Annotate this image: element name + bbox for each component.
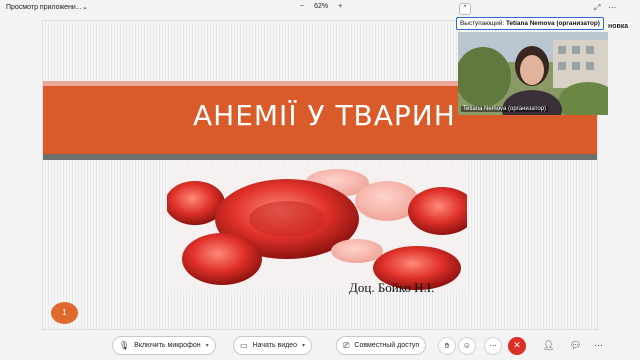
chevron-down-icon[interactable]: ▾ <box>206 342 209 349</box>
mic-button-label: Включить микрофон <box>134 342 201 349</box>
window-controls: ⤢ ⋯ <box>594 3 616 13</box>
slide-author: Доц. Бойко Н.І. <box>349 280 435 295</box>
mic-button[interactable]: 🎙︎ Включить микрофон ▾ <box>112 336 216 355</box>
video-button[interactable]: ▭ Начать видео ▾ <box>233 336 313 355</box>
collapse-video-button[interactable]: ⌃ <box>459 3 471 15</box>
options-icon[interactable]: ⋯ <box>608 3 616 13</box>
share-button[interactable]: ⎚ Совместный доступ <box>336 336 427 355</box>
participants-icon[interactable]: 👤︎ <box>543 340 554 351</box>
page-number-badge: 1 <box>51 302 78 324</box>
slide-title: АНЕМІЇ У ТВАРИН <box>193 99 456 132</box>
title-band-shadow <box>43 154 597 160</box>
side-label: новка <box>607 23 630 30</box>
hand-icon: ✋︎ <box>444 341 450 350</box>
smiley-icon: ☺ <box>462 341 472 350</box>
camera-off-icon: ▭ <box>240 341 248 350</box>
speaker-video-frame <box>458 32 608 115</box>
more-icon: ⋯ <box>489 341 497 350</box>
more-options-icon[interactable]: ⋯ <box>594 340 603 351</box>
speaker-video[interactable]: Tetiana Nemova (организатор) <box>458 32 608 115</box>
chevron-down-icon[interactable]: ⌄ <box>82 3 88 11</box>
zoom-out-button[interactable]: − <box>300 3 304 10</box>
app-title: Просмотр приложени... <box>6 4 82 11</box>
microphone-off-icon: 🎙︎ <box>119 341 130 350</box>
active-speaker-label: Выступающий: Tetiana Nemova (организатор… <box>456 17 604 30</box>
chevron-down-icon[interactable]: ▾ <box>302 342 305 349</box>
reactions-button[interactable]: ☺ <box>458 337 476 355</box>
blood-cells-image <box>167 163 467 291</box>
more-button[interactable]: ⋯ <box>484 337 502 355</box>
video-name-label: Tetiana Nemova (организатор) <box>461 106 549 112</box>
share-button-label: Совместный доступ <box>354 342 420 349</box>
speaker-label-name: Tetiana Nemova (организатор) <box>506 20 600 27</box>
raise-hand-button[interactable]: ✋︎ <box>438 337 456 355</box>
zoom-in-button[interactable]: + <box>338 3 342 10</box>
fullscreen-icon[interactable]: ⤢ <box>594 3 600 13</box>
zoom-controls: − 62% + <box>300 3 342 10</box>
end-call-button[interactable]: ✕ <box>508 337 526 355</box>
zoom-level: 62% <box>314 3 329 10</box>
meeting-toolbar: 🎙︎ Включить микрофон ▾ ▭ Начать видео ▾ … <box>0 332 640 360</box>
top-bar: Просмотр приложени... ⌄ − 62% + ⌃ ⤢ ⋯ <box>0 0 640 18</box>
chat-icon[interactable]: 💬︎ <box>570 340 581 351</box>
close-icon: ✕ <box>513 340 521 350</box>
speaker-label-prefix: Выступающий: <box>460 20 505 27</box>
video-button-label: Начать видео <box>252 342 298 349</box>
share-screen-icon: ⎚ <box>343 340 350 350</box>
